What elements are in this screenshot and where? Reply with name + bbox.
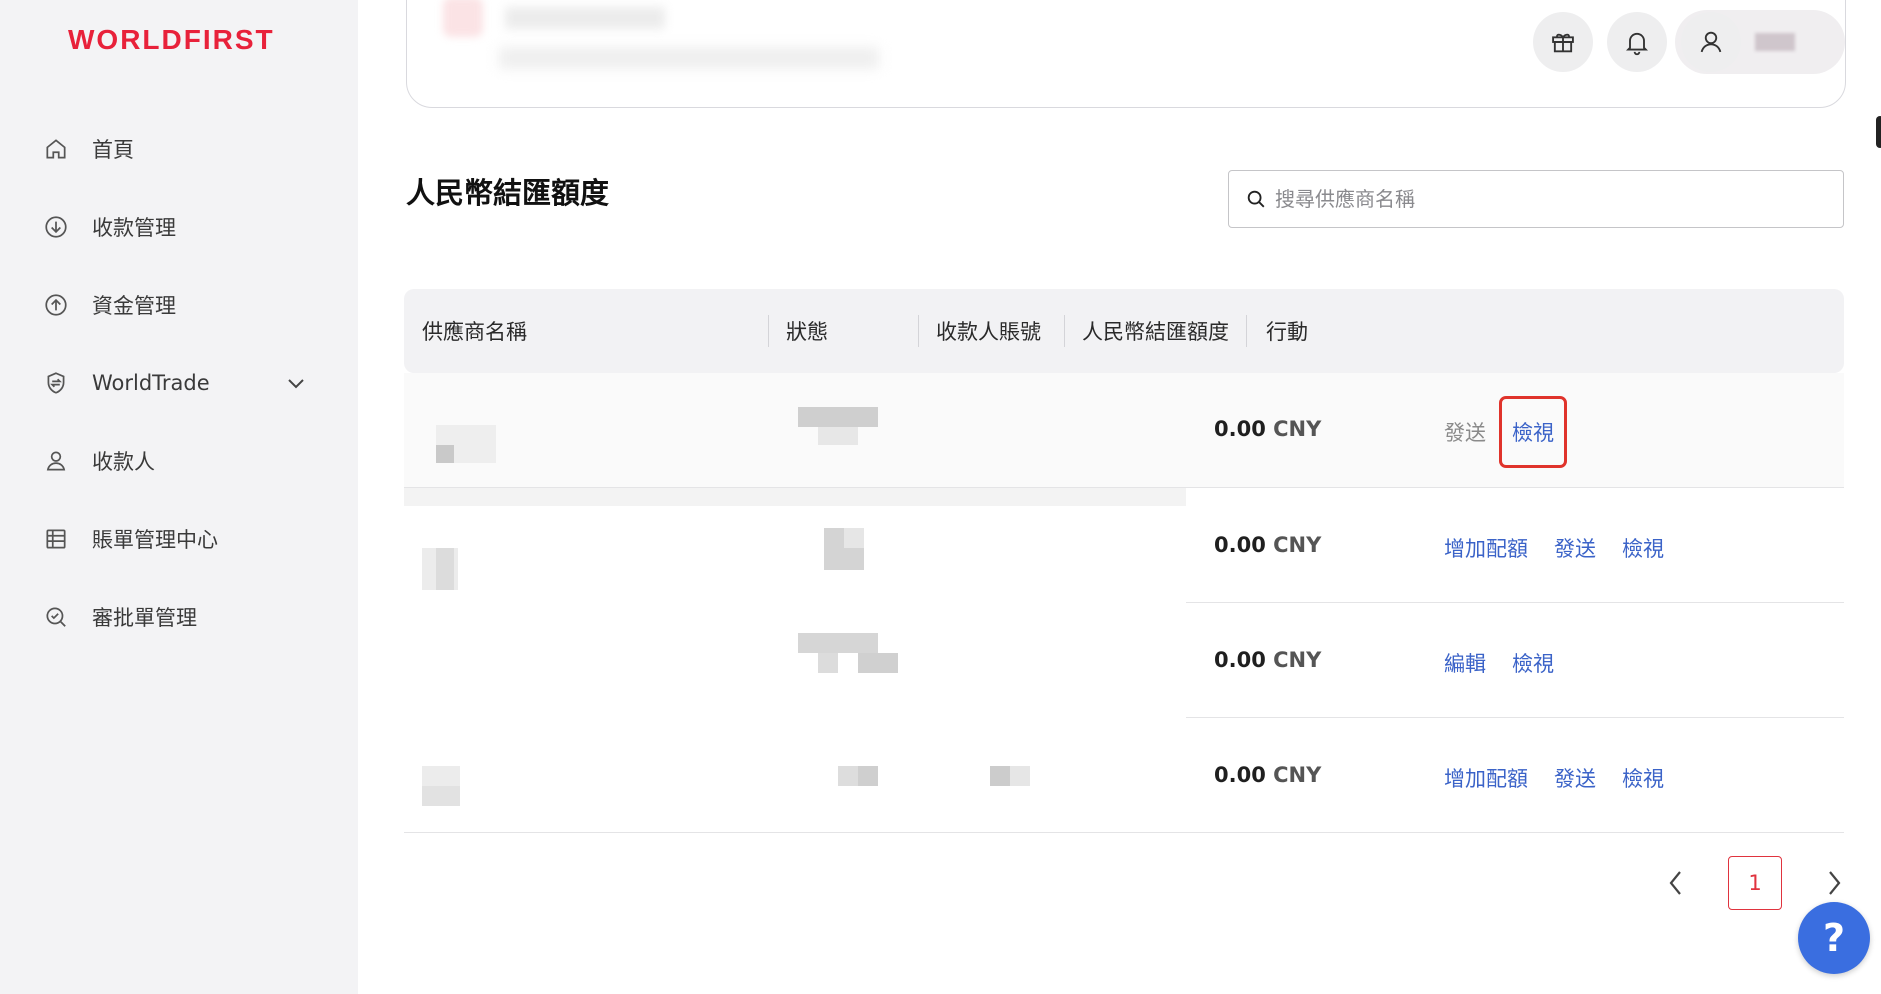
column-divider	[918, 315, 919, 347]
view-button[interactable]: 檢視	[1499, 396, 1567, 468]
help-button[interactable]: ?	[1798, 902, 1870, 974]
redacted-block	[436, 548, 454, 590]
prev-page-button[interactable]	[1658, 865, 1694, 901]
user-icon	[1700, 31, 1722, 53]
sidebar-item-label: 賬單管理中心	[92, 528, 218, 552]
worldfirst-logo[interactable]: WORLDFIRST	[68, 24, 275, 56]
download-circle-icon	[42, 213, 70, 241]
add-quota-button[interactable]: 增加配額	[1444, 763, 1528, 793]
sidebar-item-label: 審批單管理	[92, 606, 197, 630]
upload-circle-icon	[42, 291, 70, 319]
quota-amount: 0.00 CNY	[1214, 648, 1322, 672]
bell-icon	[1625, 32, 1649, 56]
table-row: 0.00 CNY 發送 檢視	[404, 373, 1844, 488]
view-button[interactable]: 檢視	[1512, 648, 1554, 678]
sidebar: WORLDFIRST 首頁 收款管理 資金管理 WorldTrade 收款人 賬…	[0, 0, 358, 994]
sidebar-nav: 首頁 收款管理 資金管理 WorldTrade 收款人 賬單管理中心 審批單管理	[0, 110, 358, 656]
home-icon	[42, 135, 70, 163]
chevron-left-icon	[1669, 871, 1681, 895]
header-actions	[1533, 10, 1845, 74]
sidebar-item-worldtrade[interactable]: WorldTrade	[0, 344, 358, 422]
sidebar-item-bills[interactable]: 賬單管理中心	[0, 500, 358, 578]
page-title: 人民幣結匯額度	[406, 176, 610, 210]
redacted-block	[818, 653, 838, 673]
row-actions: 發送 檢視	[1444, 396, 1567, 468]
search-check-icon	[42, 603, 70, 631]
next-page-button[interactable]	[1816, 865, 1852, 901]
redacted-status	[798, 407, 878, 427]
scroll-handle[interactable]	[1876, 116, 1881, 148]
redacted-block	[858, 653, 898, 673]
send-button[interactable]: 發送	[1444, 417, 1486, 447]
redacted-block	[818, 427, 858, 445]
pagination: 1	[1658, 856, 1852, 910]
sidebar-item-label: 資金管理	[92, 294, 176, 318]
send-button[interactable]: 發送	[1554, 533, 1596, 563]
row-actions: 增加配額 發送 檢視	[1444, 533, 1664, 563]
redacted-username	[1755, 33, 1795, 51]
sidebar-item-funds[interactable]: 資金管理	[0, 266, 358, 344]
main-content: 人民幣結匯額度 供應商名稱 狀態 收款人賬號 人民幣結匯額度 行動 0.00 C…	[358, 0, 1881, 994]
quota-table: 供應商名稱 狀態 收款人賬號 人民幣結匯額度 行動 0.00 CNY 發送 檢視	[404, 289, 1844, 833]
sidebar-item-label: WorldTrade	[92, 371, 210, 395]
column-divider	[1064, 315, 1065, 347]
row-actions: 增加配額 發送 檢視	[1444, 763, 1664, 793]
search-icon	[1247, 190, 1265, 208]
redacted-status	[798, 633, 878, 653]
shield-exchange-icon	[42, 369, 70, 397]
column-divider	[1246, 315, 1247, 347]
quota-amount: 0.00 CNY	[1214, 533, 1322, 557]
redacted-block	[990, 766, 1010, 786]
sidebar-item-home[interactable]: 首頁	[0, 110, 358, 188]
search-input[interactable]	[1275, 187, 1815, 211]
sidebar-item-label: 收款人	[92, 450, 155, 474]
gift-button[interactable]	[1533, 12, 1593, 72]
sidebar-item-approvals[interactable]: 審批單管理	[0, 578, 358, 656]
view-button[interactable]: 檢視	[1622, 763, 1664, 793]
sidebar-item-label: 首頁	[92, 138, 134, 162]
add-quota-button[interactable]: 增加配額	[1444, 533, 1528, 563]
row-actions: 編輯 檢視	[1444, 648, 1554, 678]
redacted-block	[858, 766, 878, 786]
redacted-block	[436, 445, 454, 463]
table-row: 0.00 CNY 增加配額 發送 檢視	[404, 718, 1844, 833]
column-header-status[interactable]: 狀態	[786, 289, 828, 373]
avatar[interactable]	[1681, 12, 1741, 72]
notifications-button[interactable]	[1607, 12, 1667, 72]
redacted-block	[443, 0, 483, 37]
redacted-block	[844, 528, 864, 548]
row-divider	[404, 832, 1844, 833]
table-row: 0.00 CNY 增加配額 發送 檢視	[404, 488, 1844, 603]
redacted-band	[404, 488, 1186, 506]
quota-amount: 0.00 CNY	[1214, 763, 1322, 787]
sidebar-item-collection[interactable]: 收款管理	[0, 188, 358, 266]
column-divider	[768, 315, 769, 347]
page-number-current[interactable]: 1	[1728, 856, 1782, 910]
edit-button[interactable]: 編輯	[1444, 648, 1486, 678]
redacted-block	[499, 47, 879, 69]
gift-icon	[1552, 33, 1574, 53]
column-header-supplier[interactable]: 供應商名稱	[422, 289, 527, 373]
list-icon	[42, 525, 70, 553]
view-button[interactable]: 檢視	[1622, 533, 1664, 563]
redacted-block	[505, 7, 665, 29]
column-header-payee-account[interactable]: 收款人賬號	[936, 289, 1041, 373]
redacted-block	[422, 786, 460, 806]
sidebar-item-label: 收款管理	[92, 216, 176, 240]
column-header-actions: 行動	[1266, 320, 1308, 344]
sidebar-item-payees[interactable]: 收款人	[0, 422, 358, 500]
send-button[interactable]: 發送	[1554, 763, 1596, 793]
user-menu[interactable]	[1675, 10, 1845, 74]
column-header-quota[interactable]: 人民幣結匯額度	[1082, 289, 1229, 373]
chevron-right-icon	[1829, 871, 1841, 895]
supplier-search[interactable]	[1228, 170, 1844, 228]
table-header: 供應商名稱 狀態 收款人賬號 人民幣結匯額度 行動	[404, 289, 1844, 373]
table-row: 0.00 CNY 編輯 檢視	[404, 603, 1844, 718]
quota-amount: 0.00 CNY	[1214, 417, 1322, 441]
person-icon	[42, 447, 70, 475]
chevron-down-icon[interactable]	[284, 371, 308, 395]
